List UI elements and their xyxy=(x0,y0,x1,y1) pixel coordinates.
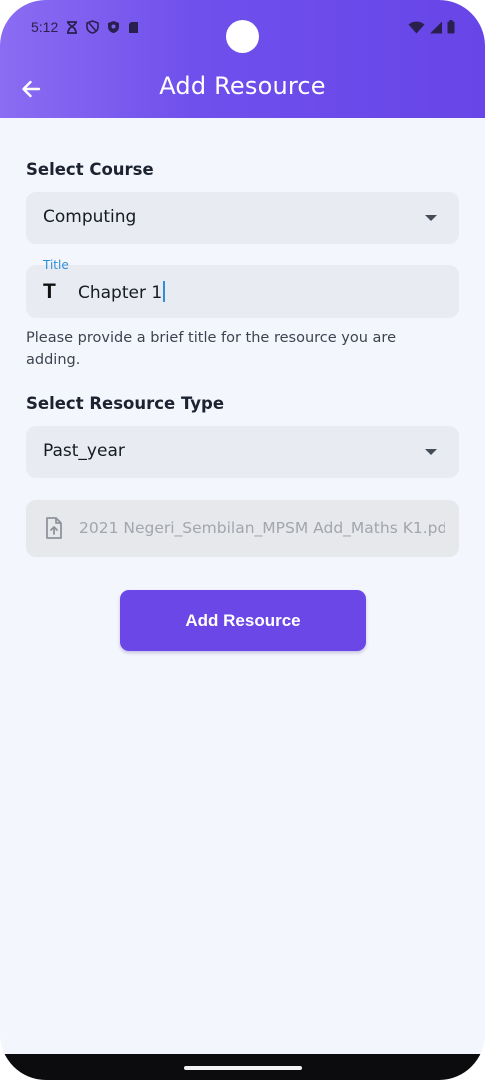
resource-type-label: Select Resource Type xyxy=(26,394,225,413)
dropdown-arrow-icon xyxy=(425,449,437,455)
course-label: Select Course xyxy=(26,160,154,179)
text-caret xyxy=(163,281,166,302)
status-bar: 5:12 xyxy=(0,0,485,58)
selected-file-name: 2021 Negeri_Sembilan_MPSM Add_Maths K1.p… xyxy=(79,519,445,537)
course-dropdown[interactable]: Computing xyxy=(26,192,459,244)
dropdown-arrow-icon xyxy=(425,215,437,221)
home-indicator[interactable] xyxy=(184,1066,302,1070)
sim-card-icon xyxy=(129,21,138,33)
app-bar: 5:12 Add Resource xyxy=(0,0,485,118)
title-helper-text: Please provide a brief title for the res… xyxy=(26,330,396,368)
title-floating-label: Title xyxy=(43,258,69,272)
phone-screen: 5:12 Add Resource Select Course Computin… xyxy=(0,0,485,1080)
status-time: 5:12 xyxy=(31,19,59,35)
title-input-value[interactable]: Chapter 1 xyxy=(78,281,166,303)
system-navigation-bar xyxy=(0,1054,485,1080)
wifi-icon xyxy=(408,21,425,33)
hourglass-icon xyxy=(67,20,77,34)
text-icon: T xyxy=(43,280,56,303)
file-picker[interactable]: 2021 Negeri_Sembilan_MPSM Add_Maths K1.p… xyxy=(26,500,459,557)
status-icons-right xyxy=(408,20,455,34)
page-title: Add Resource xyxy=(159,72,326,100)
vpn-shield-icon xyxy=(108,21,119,33)
title-input-text: Chapter 1 xyxy=(78,283,163,303)
camera-cutout xyxy=(226,20,259,53)
no-disturb-shield-icon xyxy=(86,20,99,34)
battery-icon xyxy=(447,20,455,34)
resource-type-dropdown[interactable]: Past_year xyxy=(26,426,459,478)
cellular-signal-icon xyxy=(430,21,442,33)
course-selected-value: Computing xyxy=(43,207,137,227)
file-upload-icon xyxy=(46,517,62,539)
resource-type-selected-value: Past_year xyxy=(43,441,125,461)
add-resource-button[interactable]: Add Resource xyxy=(120,590,366,651)
title-input[interactable]: Title T Chapter 1 xyxy=(26,258,459,318)
status-icons-left xyxy=(66,20,139,34)
